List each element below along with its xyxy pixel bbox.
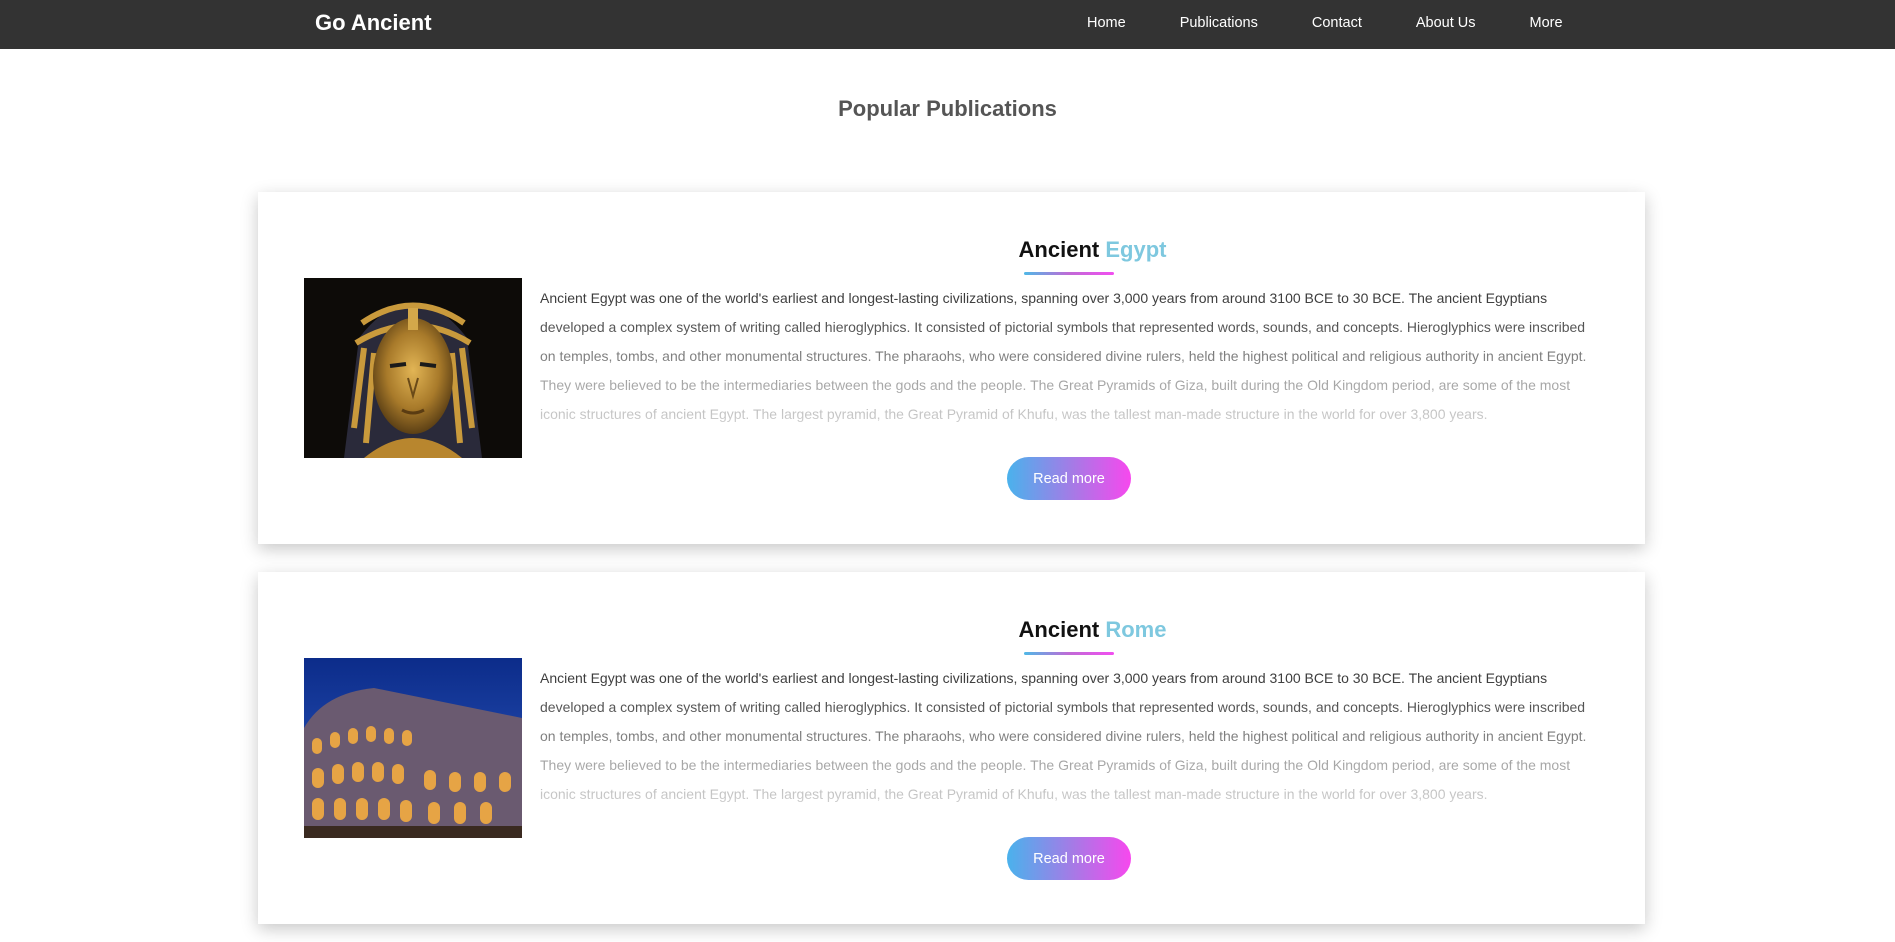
publication-card-egypt: Ancient Egypt Ancient Egypt was one of t… — [258, 192, 1645, 544]
card-title-main: Ancient — [1018, 617, 1100, 642]
card-title: Ancient Egypt — [540, 236, 1645, 264]
card-description-text: Ancient Egypt was one of the world's ear… — [540, 290, 1587, 422]
card-description-text: Ancient Egypt was one of the world's ear… — [540, 670, 1587, 802]
read-more-button[interactable]: Read more — [1007, 457, 1131, 500]
top-navbar: Go Ancient Home Publications Contact Abo… — [0, 0, 1895, 49]
brand-logo-link[interactable]: Go Ancient — [315, 0, 432, 46]
title-underline — [1024, 652, 1114, 655]
card-title-accent: Rome — [1105, 617, 1167, 642]
nav-link-publications[interactable]: Publications — [1153, 0, 1285, 46]
nav-link-more[interactable]: More — [1503, 0, 1590, 46]
title-underline — [1024, 272, 1114, 275]
publication-card-rome: Ancient Rome Ancient Egypt was one of th… — [258, 572, 1645, 924]
section-title: Popular Publications — [838, 96, 1057, 121]
pharaoh-mask-image — [304, 278, 522, 458]
nav-link-home[interactable]: Home — [1060, 0, 1153, 46]
nav-links: Home Publications Contact About Us More — [1060, 0, 1590, 46]
card-title-main: Ancient — [1018, 237, 1100, 262]
colosseum-image — [304, 658, 522, 838]
card-description: Ancient Egypt was one of the world's ear… — [540, 284, 1590, 446]
read-more-button[interactable]: Read more — [1007, 837, 1131, 880]
card-description: Ancient Egypt was one of the world's ear… — [540, 664, 1590, 826]
nav-link-contact[interactable]: Contact — [1285, 0, 1389, 46]
card-title: Ancient Rome — [540, 616, 1645, 644]
card-title-accent: Egypt — [1105, 237, 1167, 262]
nav-link-about-us[interactable]: About Us — [1389, 0, 1503, 46]
